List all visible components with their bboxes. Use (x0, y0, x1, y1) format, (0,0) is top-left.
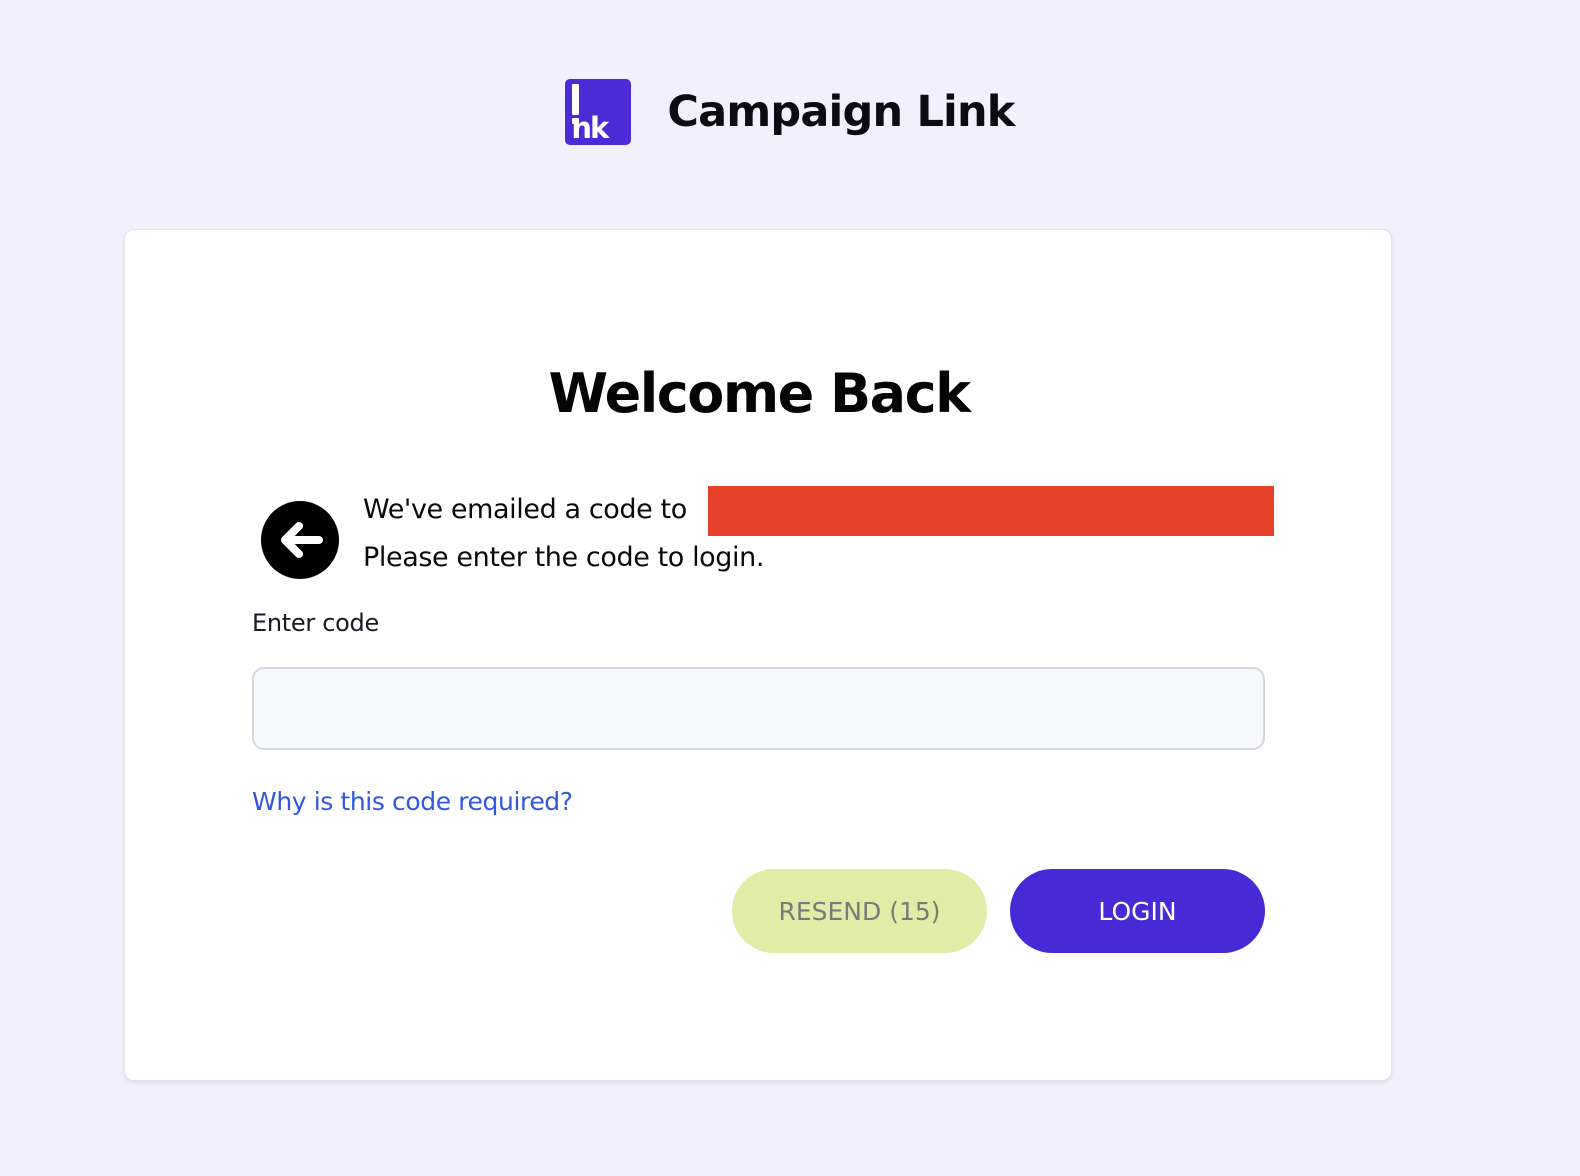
code-sent-message: We've emailed a code to Please enter the… (363, 486, 764, 582)
header: nk Campaign Link (0, 78, 1580, 146)
code-input[interactable] (252, 667, 1265, 750)
page-title: Welcome Back (548, 362, 971, 425)
link-logo-icon[interactable]: nk (565, 79, 632, 145)
resend-button[interactable]: RESEND (15) (732, 869, 987, 953)
logo-text: nk (571, 111, 609, 145)
message-line-2: Please enter the code to login. (363, 542, 765, 573)
login-card: Welcome Back We've emailed a code to Ple… (124, 229, 1392, 1081)
message-line-1: We've emailed a code to (363, 494, 687, 525)
why-code-required-link[interactable]: Why is this code required? (252, 784, 573, 820)
arrow-left-icon (281, 522, 323, 558)
back-button[interactable] (261, 501, 339, 579)
code-label: Enter code (252, 609, 379, 637)
login-button[interactable]: LOGIN (1010, 869, 1265, 953)
redacted-email (708, 486, 1274, 536)
app-title: Campaign Link (667, 87, 1015, 137)
